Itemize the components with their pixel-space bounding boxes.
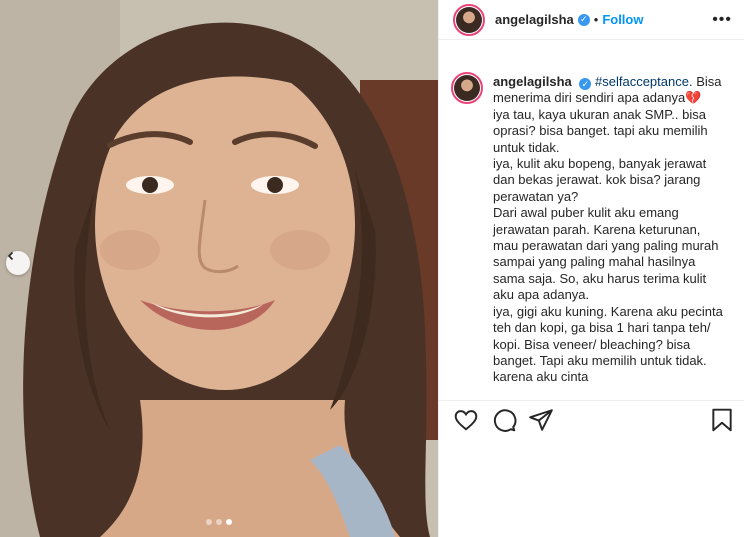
share-icon[interactable] <box>528 407 554 433</box>
carousel-dot-active <box>226 519 232 525</box>
post-photo[interactable] <box>0 0 438 537</box>
caption-area: angelagilsha ✓ #selfacceptance. Bisa men… <box>451 60 734 396</box>
heart-icon[interactable] <box>453 407 479 433</box>
action-bar <box>439 400 744 440</box>
follow-button[interactable]: Follow <box>602 12 643 27</box>
caption-username[interactable]: angelagilsha <box>493 74 572 89</box>
carousel-dots <box>0 519 438 525</box>
caption-line: Dari awal puber kulit aku emang jerawata… <box>493 205 719 303</box>
bookmark-icon[interactable] <box>709 407 735 433</box>
hashtag-link[interactable]: #selfacceptance. <box>595 74 693 89</box>
carousel-dot <box>206 519 212 525</box>
separator: • <box>593 12 599 27</box>
verified-badge-icon: ✓ <box>579 78 592 91</box>
avatar[interactable] <box>453 3 485 36</box>
carousel-prev-button[interactable] <box>6 251 30 275</box>
post-side-panel: angelagilsha ✓ • Follow ••• angelagilsha… <box>438 0 744 537</box>
selfie-image <box>0 0 438 537</box>
comment-icon[interactable] <box>491 407 517 433</box>
chevron-left-icon <box>7 251 14 261</box>
post-header: angelagilsha ✓ • Follow ••• <box>439 0 744 40</box>
caption-line: iya tau, kaya ukuran anak SMP.. bisa opr… <box>493 106 708 155</box>
verified-badge-icon: ✓ <box>577 13 590 26</box>
avatar[interactable] <box>451 72 483 104</box>
username-link[interactable]: angelagilsha <box>495 12 574 27</box>
caption-text: angelagilsha ✓ #selfacceptance. Bisa men… <box>493 60 729 396</box>
broken-heart-emoji: 💔 <box>685 90 702 106</box>
caption-line: iya, kulit aku bopeng, banyak jerawat da… <box>493 156 707 204</box>
caption-line: iya, gigi aku kuning. Karena aku pecinta… <box>493 303 723 385</box>
more-options-icon[interactable]: ••• <box>712 11 732 29</box>
carousel-dot <box>216 519 222 525</box>
